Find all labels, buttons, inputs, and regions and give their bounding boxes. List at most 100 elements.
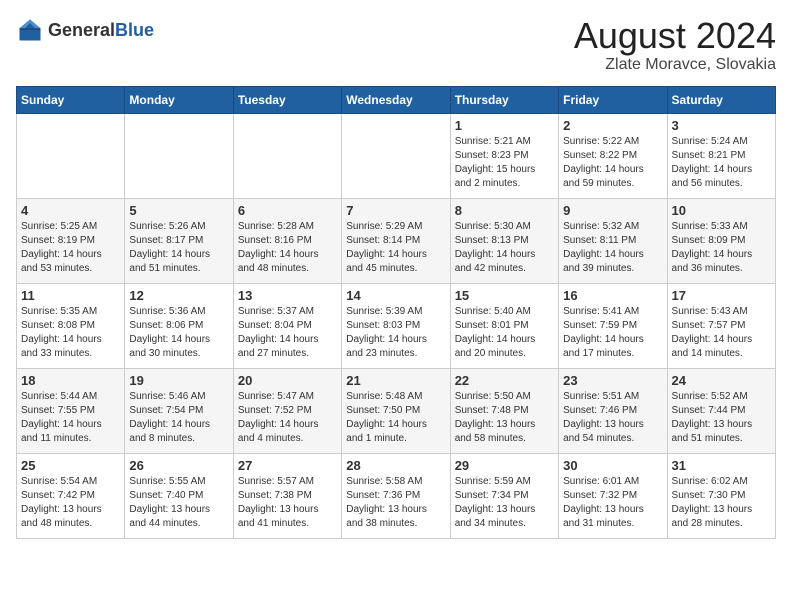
- day-number: 16: [563, 288, 662, 303]
- calendar-cell: 19 Sunrise: 5:46 AMSunset: 7:54 PMDayligh…: [125, 368, 233, 453]
- day-number: 9: [563, 203, 662, 218]
- day-number: 19: [129, 373, 228, 388]
- calendar-cell: 28Sunrise: 5:58 AMSunset: 7:36 PMDayligh…: [342, 453, 450, 538]
- day-number: 4: [21, 203, 120, 218]
- day-info: Sunrise: 5:58 AMSunset: 7:36 PMDaylight:…: [346, 475, 445, 531]
- week-row-3: 11 Sunrise: 5:35 AMSunset: 8:08 PMDayligh…: [17, 283, 776, 368]
- day-info: Sunrise: 5:55 AMSunset: 7:40 PMDaylight:…: [129, 475, 228, 531]
- day-number: 6: [238, 203, 337, 218]
- calendar-cell: [125, 113, 233, 198]
- day-info: Sunrise: 5:40 AMSunset: 8:01 PMDaylight:…: [455, 305, 554, 361]
- calendar-cell: 21 Sunrise: 5:48 AMSunset: 7:50 PMDayligh…: [342, 368, 450, 453]
- day-number: 30: [563, 458, 662, 473]
- page-header: GeneralBlue August 2024 Zlate Moravce, S…: [16, 16, 776, 74]
- col-saturday: Saturday: [667, 86, 775, 113]
- calendar-cell: 4 Sunrise: 5:25 AMSunset: 8:19 PMDaylight…: [17, 198, 125, 283]
- logo-blue: Blue: [115, 20, 154, 40]
- day-info: Sunrise: 5:21 AMSunset: 8:23 PMDaylight:…: [455, 135, 554, 191]
- day-info: Sunrise: 5:41 AMSunset: 7:59 PMDaylight:…: [563, 305, 662, 361]
- day-number: 2: [563, 118, 662, 133]
- calendar-cell: 13Sunrise: 5:37 AMSunset: 8:04 PMDayligh…: [233, 283, 341, 368]
- day-info: Sunrise: 5:25 AMSunset: 8:19 PMDaylight:…: [21, 220, 120, 276]
- calendar-cell: 25 Sunrise: 5:54 AMSunset: 7:42 PMDayligh…: [17, 453, 125, 538]
- day-number: 27: [238, 458, 337, 473]
- day-info: Sunrise: 5:35 AMSunset: 8:08 PMDaylight:…: [21, 305, 120, 361]
- calendar-cell: 24 Sunrise: 5:52 AMSunset: 7:44 PMDayligh…: [667, 368, 775, 453]
- day-number: 17: [672, 288, 771, 303]
- day-number: 25: [21, 458, 120, 473]
- day-number: 5: [129, 203, 228, 218]
- col-sunday: Sunday: [17, 86, 125, 113]
- day-info: Sunrise: 5:47 AMSunset: 7:52 PMDaylight:…: [238, 390, 337, 446]
- calendar-cell: 2 Sunrise: 5:22 AMSunset: 8:22 PMDaylight…: [559, 113, 667, 198]
- day-info: Sunrise: 5:26 AMSunset: 8:17 PMDaylight:…: [129, 220, 228, 276]
- day-info: Sunrise: 5:43 AMSunset: 7:57 PMDaylight:…: [672, 305, 771, 361]
- day-info: Sunrise: 5:54 AMSunset: 7:42 PMDaylight:…: [21, 475, 120, 531]
- day-number: 21: [346, 373, 445, 388]
- day-info: Sunrise: 5:30 AMSunset: 8:13 PMDaylight:…: [455, 220, 554, 276]
- day-info: Sunrise: 5:22 AMSunset: 8:22 PMDaylight:…: [563, 135, 662, 191]
- day-number: 24: [672, 373, 771, 388]
- day-info: Sunrise: 5:59 AMSunset: 7:34 PMDaylight:…: [455, 475, 554, 531]
- week-row-4: 18Sunrise: 5:44 AMSunset: 7:55 PMDayligh…: [17, 368, 776, 453]
- day-info: Sunrise: 5:51 AMSunset: 7:46 PMDaylight:…: [563, 390, 662, 446]
- day-number: 29: [455, 458, 554, 473]
- calendar-cell: 14Sunrise: 5:39 AMSunset: 8:03 PMDayligh…: [342, 283, 450, 368]
- day-number: 23: [563, 373, 662, 388]
- day-info: Sunrise: 5:33 AMSunset: 8:09 PMDaylight:…: [672, 220, 771, 276]
- day-number: 10: [672, 203, 771, 218]
- calendar-cell: [17, 113, 125, 198]
- day-number: 12: [129, 288, 228, 303]
- day-number: 15: [455, 288, 554, 303]
- week-row-1: 1 Sunrise: 5:21 AMSunset: 8:23 PMDaylight…: [17, 113, 776, 198]
- day-info: Sunrise: 6:02 AMSunset: 7:30 PMDaylight:…: [672, 475, 771, 531]
- day-info: Sunrise: 5:32 AMSunset: 8:11 PMDaylight:…: [563, 220, 662, 276]
- calendar-cell: [342, 113, 450, 198]
- calendar-cell: 9 Sunrise: 5:32 AMSunset: 8:11 PMDaylight…: [559, 198, 667, 283]
- calendar-cell: 22 Sunrise: 5:50 AMSunset: 7:48 PMDayligh…: [450, 368, 558, 453]
- calendar-cell: 11 Sunrise: 5:35 AMSunset: 8:08 PMDayligh…: [17, 283, 125, 368]
- calendar-cell: 31 Sunrise: 6:02 AMSunset: 7:30 PMDayligh…: [667, 453, 775, 538]
- header-row: Sunday Monday Tuesday Wednesday Thursday…: [17, 86, 776, 113]
- day-number: 13: [238, 288, 337, 303]
- calendar-cell: 1 Sunrise: 5:21 AMSunset: 8:23 PMDaylight…: [450, 113, 558, 198]
- day-info: Sunrise: 5:46 AMSunset: 7:54 PMDaylight:…: [129, 390, 228, 446]
- col-wednesday: Wednesday: [342, 86, 450, 113]
- col-thursday: Thursday: [450, 86, 558, 113]
- calendar-cell: 17 Sunrise: 5:43 AMSunset: 7:57 PMDayligh…: [667, 283, 775, 368]
- title-area: August 2024 Zlate Moravce, Slovakia: [574, 16, 776, 74]
- logo-text: GeneralBlue: [48, 20, 154, 41]
- col-tuesday: Tuesday: [233, 86, 341, 113]
- day-info: Sunrise: 5:24 AMSunset: 8:21 PMDaylight:…: [672, 135, 771, 191]
- logo-general: General: [48, 20, 115, 40]
- day-number: 31: [672, 458, 771, 473]
- day-info: Sunrise: 5:29 AMSunset: 8:14 PMDaylight:…: [346, 220, 445, 276]
- day-number: 8: [455, 203, 554, 218]
- day-info: Sunrise: 5:44 AMSunset: 7:55 PMDaylight:…: [21, 390, 120, 446]
- calendar-cell: 10 Sunrise: 5:33 AMSunset: 8:09 PMDayligh…: [667, 198, 775, 283]
- day-number: 3: [672, 118, 771, 133]
- week-row-2: 4 Sunrise: 5:25 AMSunset: 8:19 PMDaylight…: [17, 198, 776, 283]
- day-info: Sunrise: 5:50 AMSunset: 7:48 PMDaylight:…: [455, 390, 554, 446]
- calendar-cell: 30Sunrise: 6:01 AMSunset: 7:32 PMDayligh…: [559, 453, 667, 538]
- calendar-body: 1 Sunrise: 5:21 AMSunset: 8:23 PMDaylight…: [17, 113, 776, 538]
- calendar-cell: 3 Sunrise: 5:24 AMSunset: 8:21 PMDaylight…: [667, 113, 775, 198]
- day-info: Sunrise: 5:48 AMSunset: 7:50 PMDaylight:…: [346, 390, 445, 446]
- calendar-header: Sunday Monday Tuesday Wednesday Thursday…: [17, 86, 776, 113]
- calendar-cell: 23 Sunrise: 5:51 AMSunset: 7:46 PMDayligh…: [559, 368, 667, 453]
- day-info: Sunrise: 5:52 AMSunset: 7:44 PMDaylight:…: [672, 390, 771, 446]
- calendar-cell: 12Sunrise: 5:36 AMSunset: 8:06 PMDayligh…: [125, 283, 233, 368]
- day-number: 14: [346, 288, 445, 303]
- col-monday: Monday: [125, 86, 233, 113]
- calendar-cell: 8 Sunrise: 5:30 AMSunset: 8:13 PMDaylight…: [450, 198, 558, 283]
- week-row-5: 25 Sunrise: 5:54 AMSunset: 7:42 PMDayligh…: [17, 453, 776, 538]
- page-title: August 2024: [574, 16, 776, 56]
- calendar-table: Sunday Monday Tuesday Wednesday Thursday…: [16, 86, 776, 539]
- page-subtitle: Zlate Moravce, Slovakia: [574, 56, 776, 74]
- calendar-cell: 16 Sunrise: 5:41 AMSunset: 7:59 PMDayligh…: [559, 283, 667, 368]
- day-number: 11: [21, 288, 120, 303]
- day-info: Sunrise: 5:57 AMSunset: 7:38 PMDaylight:…: [238, 475, 337, 531]
- day-number: 22: [455, 373, 554, 388]
- day-number: 7: [346, 203, 445, 218]
- day-number: 1: [455, 118, 554, 133]
